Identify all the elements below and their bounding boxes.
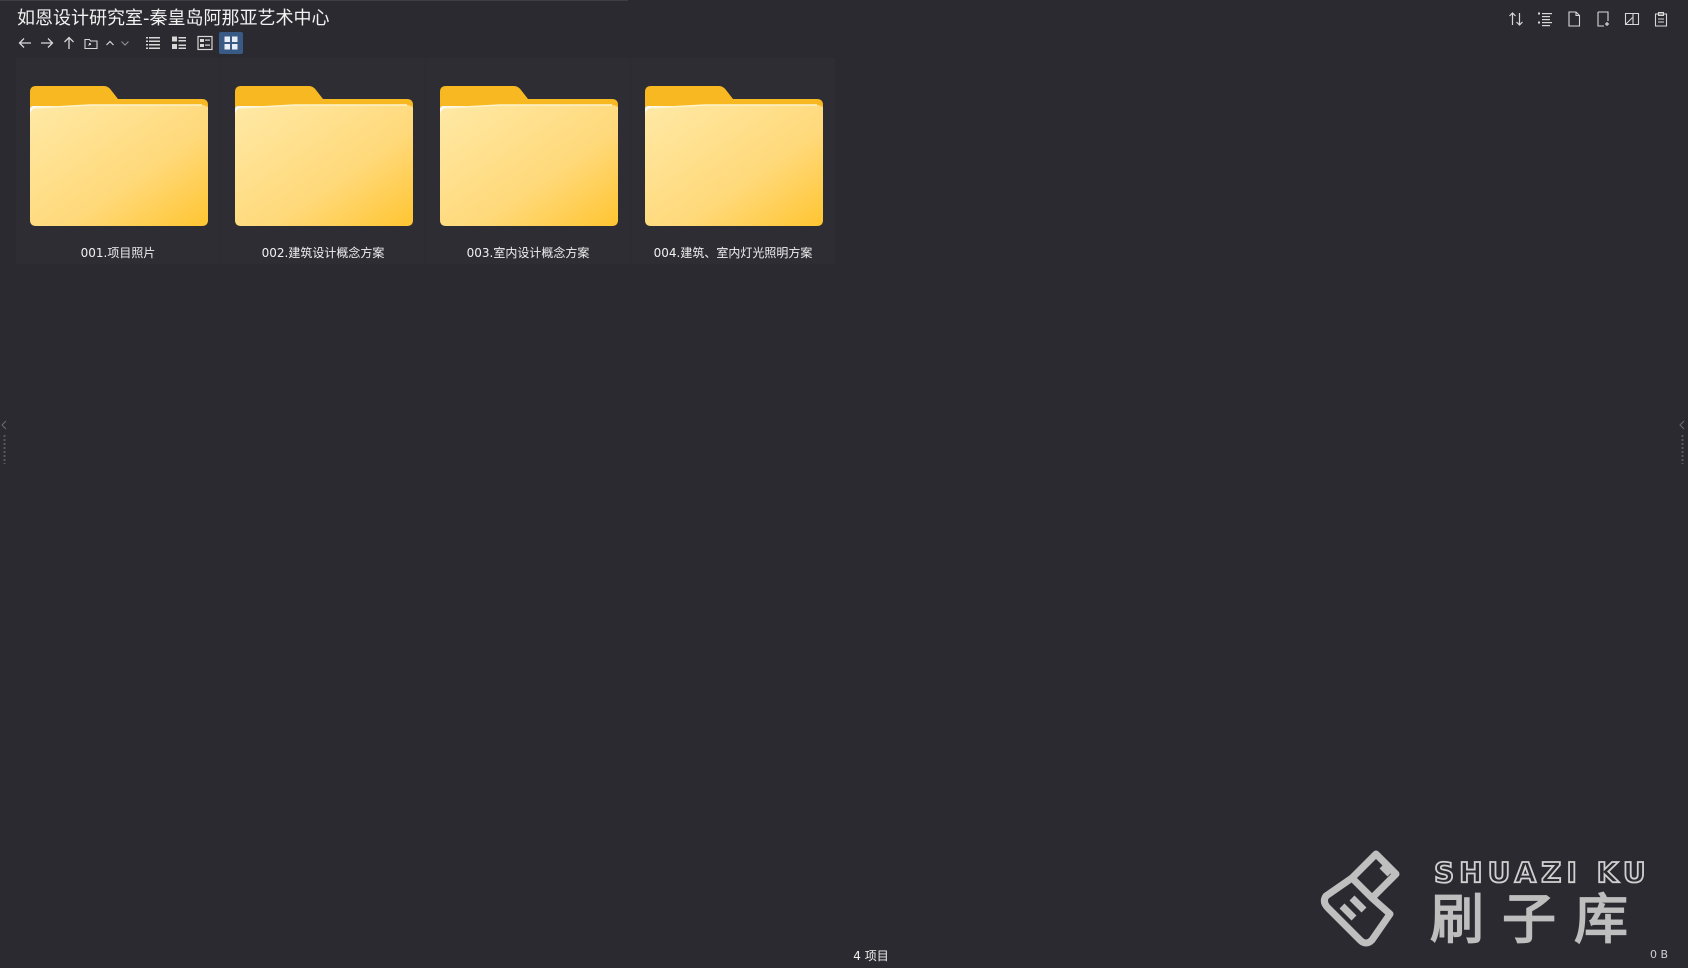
- watermark-chinese: 刷子库: [1430, 888, 1646, 948]
- drag-grip: [1681, 434, 1684, 464]
- preview-icon: [1624, 12, 1640, 26]
- drag-grip: [3, 434, 6, 464]
- view-tiles-button[interactable]: [193, 32, 217, 54]
- folder-button[interactable]: [81, 32, 101, 54]
- folder-label: 003.室内设计概念方案: [466, 246, 590, 260]
- arrow-right-icon: [41, 38, 54, 48]
- arrow-up-icon: [64, 36, 74, 49]
- folder-item[interactable]: 003.室内设计概念方案: [426, 58, 630, 264]
- file-explorer-window: 如恩设计研究室-秦皇岛阿那亚艺术中心 001.项目照片 002.建筑设计概念方案…: [0, 0, 1688, 968]
- folder-label: 001.项目照片: [80, 246, 156, 260]
- window-title: 如恩设计研究室-秦皇岛阿那亚艺术中心: [17, 8, 330, 29]
- folder-icon: [235, 86, 413, 226]
- folder-icon: [645, 86, 823, 226]
- folder-item[interactable]: 004.建筑、室内灯光照明方案: [631, 58, 835, 264]
- folder-icon: [30, 86, 208, 226]
- folder-item[interactable]: 002.建筑设计概念方案: [221, 58, 425, 264]
- grid-icon: [224, 36, 238, 50]
- chevron-down-icon: [121, 41, 129, 46]
- new-folder-icon: [1597, 11, 1609, 27]
- folder-item[interactable]: 001.项目照片: [16, 58, 220, 264]
- folder-label: 004.建筑、室内灯光照明方案: [653, 246, 813, 260]
- grouping-icon: [1538, 12, 1552, 27]
- view-details-button[interactable]: [167, 32, 191, 54]
- sort-down-button[interactable]: [118, 32, 132, 54]
- new-folder-button[interactable]: [1592, 8, 1614, 30]
- clipboard-icon: [1654, 11, 1668, 27]
- brush-icon: [1320, 850, 1400, 947]
- view-grid-button[interactable]: [219, 32, 243, 54]
- folder-icon: [440, 86, 618, 226]
- new-file-icon: [1568, 11, 1581, 27]
- sort-up-button[interactable]: [103, 32, 117, 54]
- tiles-icon: [197, 35, 213, 51]
- arrow-left-icon: [18, 38, 31, 48]
- right-pane-handle[interactable]: [1679, 420, 1687, 470]
- clipboard-button[interactable]: [1650, 8, 1672, 30]
- watermark-logo: SHUAZI KU 刷子库: [1320, 850, 1650, 948]
- group-button[interactable]: [1534, 8, 1556, 30]
- folder-icon: [84, 38, 98, 49]
- folder-label: 002.建筑设计概念方案: [261, 246, 385, 260]
- sort-arrows-icon: [1509, 12, 1523, 26]
- sort-button[interactable]: [1505, 8, 1527, 30]
- chevron-left-icon: [1679, 420, 1685, 430]
- watermark-latin: SHUAZI KU: [1434, 856, 1650, 889]
- status-size: 0 B: [1649, 948, 1668, 961]
- chevron-up-icon: [106, 40, 114, 46]
- navigation-toolbar: [15, 32, 245, 54]
- list-icon: [146, 37, 160, 49]
- right-toolbar: [1498, 8, 1672, 30]
- new-file-button[interactable]: [1563, 8, 1585, 30]
- chevron-left-icon: [1, 420, 7, 430]
- forward-button[interactable]: [37, 32, 57, 54]
- back-button[interactable]: [15, 32, 35, 54]
- view-list-button[interactable]: [141, 32, 165, 54]
- preview-pane-button[interactable]: [1621, 8, 1643, 30]
- title-divider: [0, 0, 628, 1]
- left-pane-handle[interactable]: [1, 420, 9, 470]
- details-icon: [172, 36, 186, 49]
- up-button[interactable]: [59, 32, 79, 54]
- status-item-count: 4 项目: [853, 949, 889, 963]
- folder-grid: 001.项目照片 002.建筑设计概念方案 003.室内设计概念方案 004.建…: [16, 58, 836, 264]
